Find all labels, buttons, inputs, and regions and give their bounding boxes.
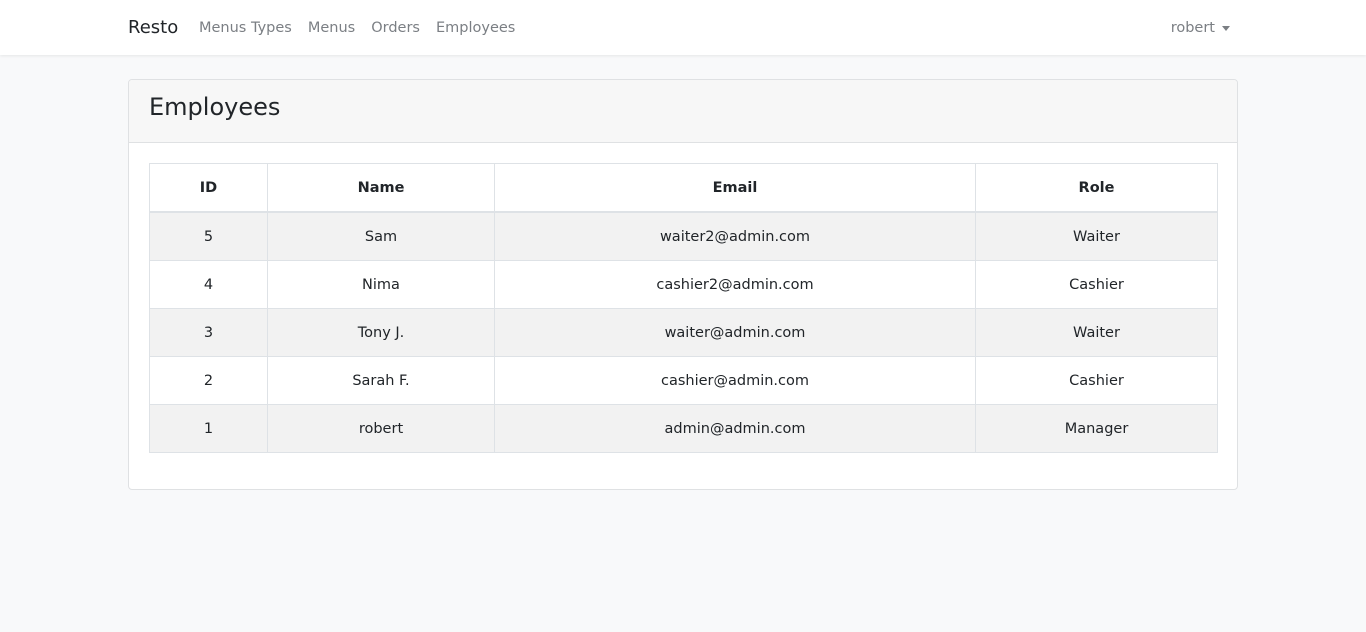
column-header-name: Name [267, 163, 495, 213]
table-container: ID Name Email Role 5 Sam waiter2@admin.c… [149, 163, 1218, 453]
table-header-row: ID Name Email Role [149, 163, 1218, 213]
cell-email: cashier2@admin.com [494, 260, 976, 309]
cell-name: Tony J. [267, 308, 495, 357]
column-header-role: Role [975, 163, 1218, 213]
caret-down-icon [1222, 25, 1230, 31]
cell-id: 1 [149, 404, 268, 453]
nav-link-menus[interactable]: Menus [308, 18, 355, 38]
nav-link-menus-types[interactable]: Menus Types [199, 18, 292, 38]
cell-name: Sam [267, 211, 495, 261]
page-title: Employees [149, 93, 281, 121]
cell-name: robert [267, 404, 495, 453]
cell-email: admin@admin.com [494, 404, 976, 453]
card-header: Employees [129, 80, 1237, 143]
nav-links: Menus Types Menus Orders Employees [199, 18, 531, 38]
user-dropdown[interactable]: robert [1171, 18, 1230, 38]
cell-id: 5 [149, 211, 268, 261]
table-row: 2 Sarah F. cashier@admin.com Cashier [149, 356, 1218, 405]
employees-table: ID Name Email Role 5 Sam waiter2@admin.c… [149, 163, 1218, 453]
employees-card: Employees ID Name Email Role 5 Sam waite… [128, 79, 1238, 490]
table-row: 1 robert admin@admin.com Manager [149, 404, 1218, 453]
nav-link-employees[interactable]: Employees [436, 18, 515, 38]
cell-name: Nima [267, 260, 495, 309]
cell-role: Waiter [975, 308, 1218, 357]
column-header-email: Email [494, 163, 976, 213]
brand-link[interactable]: Resto [128, 16, 178, 40]
top-navbar: Resto Menus Types Menus Orders Employees… [0, 0, 1366, 55]
table-row: 5 Sam waiter2@admin.com Waiter [149, 211, 1218, 261]
cell-email: waiter@admin.com [494, 308, 976, 357]
cell-id: 2 [149, 356, 268, 405]
table-row: 3 Tony J. waiter@admin.com Waiter [149, 308, 1218, 357]
cell-role: Cashier [975, 356, 1218, 405]
cell-name: Sarah F. [267, 356, 495, 405]
cell-role: Cashier [975, 260, 1218, 309]
user-name: robert [1170, 20, 1215, 36]
cell-id: 4 [149, 260, 268, 309]
cell-email: waiter2@admin.com [494, 211, 976, 261]
cell-role: Manager [975, 404, 1218, 453]
cell-email: cashier@admin.com [494, 356, 976, 405]
nav-link-orders[interactable]: Orders [371, 18, 420, 38]
cell-role: Waiter [975, 211, 1218, 261]
cell-id: 3 [149, 308, 268, 357]
column-header-id: ID [149, 163, 268, 213]
table-row: 4 Nima cashier2@admin.com Cashier [149, 260, 1218, 309]
